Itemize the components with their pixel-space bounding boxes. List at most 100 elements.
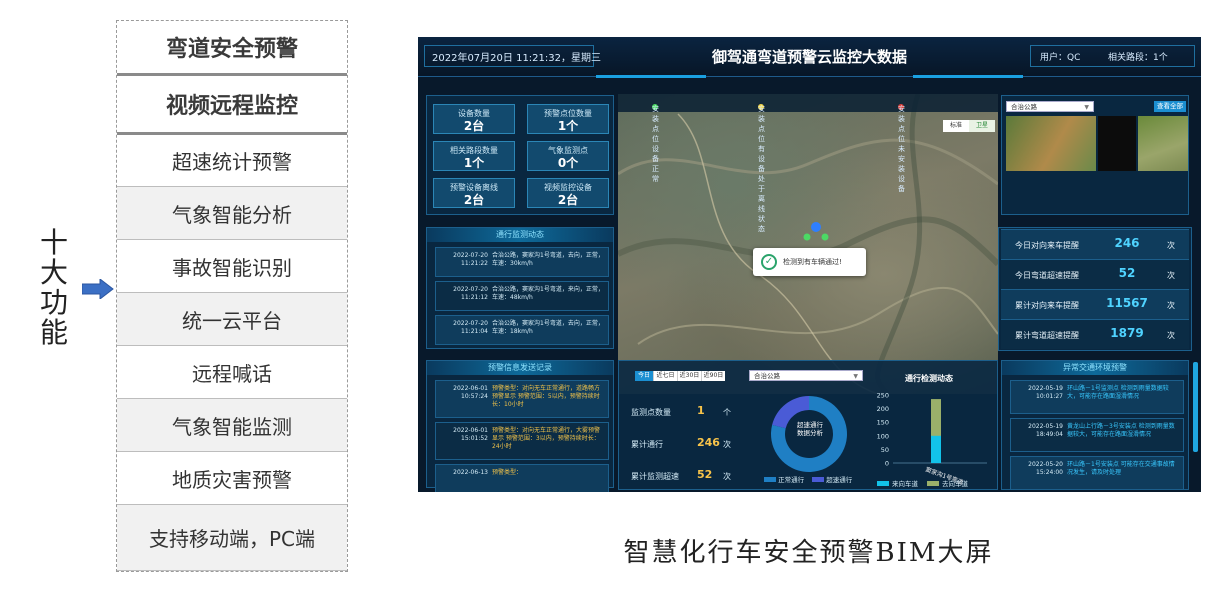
header-date: 2022年07月20日 11:21:32，星期三 — [432, 53, 601, 64]
feature-item: 远程喊话 — [117, 346, 347, 399]
alert-stat-unit: 次 — [1167, 301, 1175, 310]
record-time: 15:24:00 — [1036, 469, 1063, 476]
stat-label: 相关路段数量 — [450, 146, 498, 155]
dashboard-screenshot: 2022年07月20日 11:21:32，星期三 御驾通弯道预警云监控大数据 用… — [418, 37, 1201, 492]
stat-label: 气象监测点 — [548, 146, 588, 155]
alert-stat-label: 今日弯道超速提醒 — [1015, 271, 1079, 280]
summary-stat-unit: 次 — [723, 440, 731, 449]
check-circle-icon: ✓ — [761, 254, 777, 270]
record-timestamp: 2022-07-20 11:21:12 — [440, 286, 488, 302]
alert-stat-row: 累计弯道超速提醒 1879 次 — [1001, 319, 1189, 349]
summary-stat-label: 累计通行 — [631, 440, 663, 449]
chart-legend-label: 去向车道 — [942, 479, 969, 488]
record-timestamp: 2022-07-20 11:21:22 — [440, 252, 488, 268]
donut-legend-speeding: 超速通行 — [826, 476, 853, 484]
feature-item: 视频远程监控 — [117, 76, 347, 135]
alert-stat-row: 今日对向来车提醒 246 次 — [1001, 229, 1189, 259]
stat-value: 2台 — [557, 193, 579, 207]
header-title: 御驾通弯道预警云监控大数据 — [711, 48, 907, 66]
stat-card: 气象监测点 0个 — [527, 141, 609, 171]
record-date: 2022-06-01 — [453, 427, 488, 434]
stat-card: 设备数量 2台 — [433, 104, 515, 134]
view-all-button[interactable]: 查看全部 — [1154, 101, 1186, 112]
record-text: 预警类型：对向无车正常通行，道路畅方预警显示 预警范围：5以内，预警持续时长：1… — [492, 385, 601, 408]
vertical-title: 十 大 功 能 — [38, 228, 70, 348]
stat-value: 2台 — [463, 193, 485, 207]
summary-stat: 监测点数量 1 个 — [631, 404, 741, 418]
alert-stat-value: 1879 — [1110, 326, 1144, 340]
record-date: 2022-07-20 — [453, 252, 488, 259]
record-item[interactable]: 2022-06-13 预警类型： — [435, 464, 609, 492]
dashboard-header: 2022年07月20日 11:21:32，星期三 御驾通弯道预警云监控大数据 用… — [418, 37, 1201, 78]
record-text: 合治公路，窦家沟1号弯道，来向，正常，车速：48km/h — [492, 286, 604, 301]
alert-stat-label: 累计对向来车提醒 — [1015, 301, 1079, 310]
record-date: 2022-05-19 — [1028, 385, 1063, 392]
period-tab[interactable]: 近七日 — [653, 371, 677, 381]
feature-item: 事故智能识别 — [117, 240, 347, 293]
map-toggle-standard[interactable]: 标准 — [943, 120, 969, 132]
legend-swatch — [877, 481, 889, 486]
period-tab[interactable]: 近90日 — [701, 371, 725, 381]
stat-value: 2台 — [463, 119, 485, 133]
record-date: 2022-06-01 — [453, 385, 488, 392]
alert-stat-unit: 次 — [1167, 241, 1175, 250]
alert-stat-value: 11567 — [1106, 296, 1148, 310]
toast-message: 检测到有车辆通过! — [783, 258, 842, 266]
env-scrollbar[interactable] — [1193, 362, 1198, 452]
record-item[interactable]: 2022-07-20 11:21:12 合治公路，窦家沟1号弯道，来向，正常，车速：… — [435, 281, 609, 311]
record-item[interactable]: 2022-07-20 11:21:22 合治公路，窦家沟1号弯道，去向，正常，车速：… — [435, 247, 609, 277]
record-time: 11:21:12 — [461, 294, 488, 301]
header-divider — [596, 75, 706, 78]
vehicle-detected-toast: ✓ 检测到有车辆通过! — [753, 248, 866, 276]
header-user[interactable]: 用户：QC — [1040, 50, 1080, 63]
video-feed-1[interactable] — [1006, 116, 1096, 171]
traffic-panel-title: 通行监测动态 — [427, 228, 613, 242]
record-date: 2022-07-20 — [453, 320, 488, 327]
record-item[interactable]: 2022-06-01 15:01:52 预警类型：对向无车正常通行，大雾预警显示 预… — [435, 422, 609, 460]
header-divider — [913, 75, 1023, 78]
slide: 十 大 功 能 弯道安全预警 视频远程监控 超速统计预警 气象智能分析 事故智能识别 统一… — [0, 0, 1219, 590]
header-route[interactable]: 相关路段：1个 — [1108, 50, 1168, 63]
video-panel: 合治公路 ▼ 查看全部 — [1001, 95, 1189, 215]
stat-card: 预警设备离线 2台 — [433, 178, 515, 208]
stat-label: 设备数量 — [458, 109, 490, 118]
chevron-down-icon: ▼ — [1084, 104, 1089, 111]
record-item[interactable]: 2022-05-19 18:49:04 黄龙山上行路－3号安装点 检测到雨量数据较大… — [1010, 418, 1184, 452]
record-time: 11:21:04 — [461, 328, 488, 335]
chevron-down-icon: ▼ — [853, 373, 858, 380]
feature-item: 气象智能监测 — [117, 399, 347, 452]
video-route-select[interactable]: 合治公路 ▼ — [1006, 101, 1094, 112]
device-marker-icon[interactable] — [803, 220, 829, 242]
record-timestamp: 2022-07-20 11:21:04 — [440, 320, 488, 336]
record-item[interactable]: 2022-05-19 10:01:27 环山路－1号监测点 检测到雨量数据较大，可能… — [1010, 380, 1184, 414]
record-item[interactable]: 2022-06-01 10:57:24 预警类型：对向无车正常通行，道路畅方预警显示… — [435, 380, 609, 418]
record-timestamp: 2022-05-19 10:01:27 — [1015, 385, 1063, 401]
record-item[interactable]: 2022-05-20 15:24:00 环山路－1号安装点 可能存在交通事故情况发生… — [1010, 456, 1184, 490]
caption: 智慧化行车安全预警BIM大屏 — [623, 538, 994, 568]
record-date: 2022-06-13 — [453, 469, 488, 476]
record-text: 预警类型：对向无车正常通行，大雾预警显示 预警范围：3以内，预警持续时长：24小… — [492, 427, 601, 450]
stat-card: 视频监控设备 2台 — [527, 178, 609, 208]
y-tick-label: 250 — [877, 392, 889, 400]
record-timestamp: 2022-06-01 10:57:24 — [440, 385, 488, 401]
stat-value: 1个 — [557, 119, 579, 133]
summary-stat-label: 累计监测超速 — [631, 472, 679, 481]
record-timestamp: 2022-05-20 15:24:00 — [1015, 461, 1063, 477]
map-toggle-satellite[interactable]: 卫星 — [969, 120, 995, 132]
period-tab[interactable]: 近30日 — [677, 371, 701, 381]
record-time: 15:01:52 — [461, 435, 488, 442]
record-text: 黄龙山上行路－3号安装点 检测到雨量数据较大，可能存在路面湿滑情况 — [1067, 423, 1175, 438]
satellite-map[interactable] — [618, 94, 998, 394]
stats-panel: 设备数量 2台 预警点位数量 1个 相关路段数量 1个 气象监测点 0个 预警设备离线 2台 视频监… — [426, 95, 614, 215]
bottom-route-select[interactable]: 合治公路 ▼ — [749, 370, 863, 381]
record-text: 合治公路，窦家沟1号弯道，去向，正常，车速：18km/h — [492, 320, 604, 335]
period-tab[interactable]: 今日 — [635, 371, 653, 381]
summary-stat-value: 1 — [697, 404, 705, 417]
warning-panel: 预警信息发送记录 2022-06-01 10:57:24 预警类型：对向无车正常通行… — [426, 360, 614, 492]
video-feed-3[interactable] — [1138, 116, 1188, 171]
record-item[interactable]: 2022-07-20 11:21:04 合治公路，窦家沟1号弯道，去向，正常，车速：… — [435, 315, 609, 345]
video-feed-2[interactable] — [1098, 116, 1136, 171]
vertical-title-char: 功 — [39, 286, 68, 319]
alert-stat-label: 今日对向来车提醒 — [1015, 241, 1079, 250]
record-text: 环山路－1号监测点 检测到雨量数据较大，可能存在路面湿滑情况 — [1067, 385, 1169, 400]
